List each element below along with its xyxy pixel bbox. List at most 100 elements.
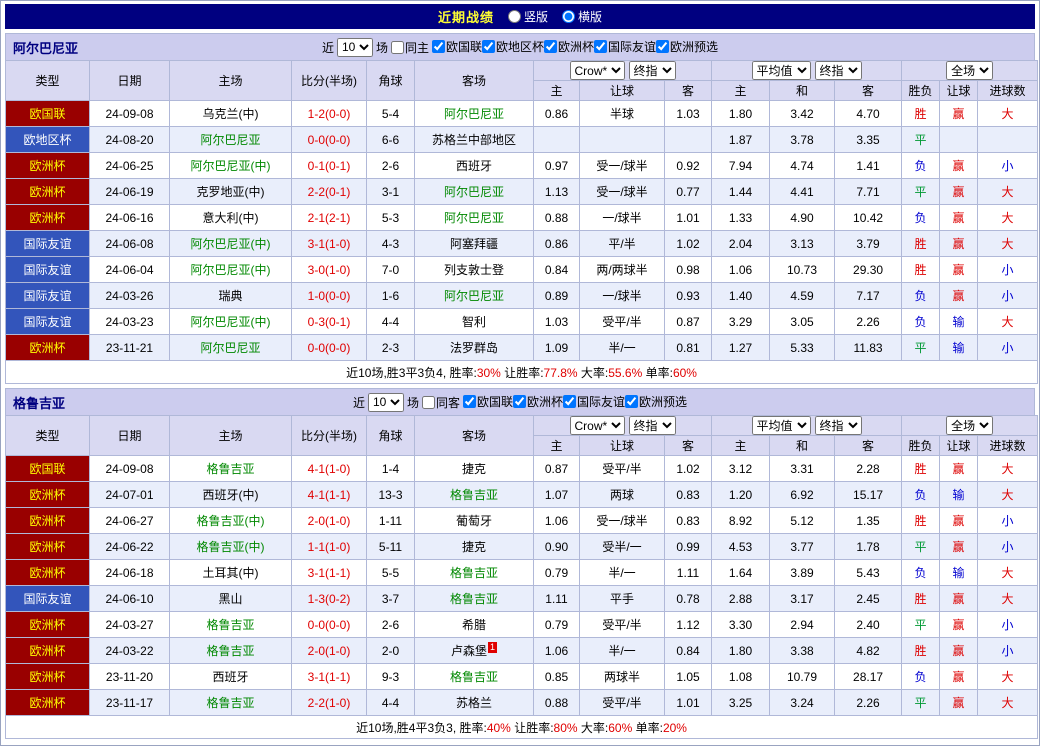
col-asian-line: 让球: [580, 436, 665, 456]
match-score[interactable]: 1-1(1-0): [292, 534, 367, 560]
match-count-select[interactable]: 10: [337, 38, 373, 57]
corner-score: 3-1: [367, 179, 415, 205]
asian-final-select[interactable]: 终指: [629, 61, 676, 80]
home-team: 克罗地亚(中): [170, 179, 292, 205]
league-filter[interactable]: 欧洲杯: [544, 38, 594, 55]
league-checkbox[interactable]: [625, 395, 638, 408]
away-team: 格鲁吉亚: [415, 664, 534, 690]
league-filter[interactable]: 国际友谊: [594, 38, 656, 55]
match-result: 平: [902, 335, 940, 361]
goals-result: 大: [978, 231, 1038, 257]
match-score[interactable]: 4-1(1-1): [292, 482, 367, 508]
euro-final-select[interactable]: 终指: [815, 416, 862, 435]
match-score[interactable]: 3-1(1-1): [292, 560, 367, 586]
games-label: 场: [376, 39, 388, 56]
match-type: 欧洲杯: [6, 508, 90, 534]
same-venue-label: 同客: [436, 394, 460, 411]
same-venue-filter[interactable]: 同主: [391, 39, 429, 56]
match-score[interactable]: 2-2(1-0): [292, 690, 367, 716]
euro-away-odds: 7.17: [835, 283, 902, 309]
euro-avg-select[interactable]: 平均值: [752, 416, 811, 435]
asian-away-odds: 0.93: [665, 283, 712, 309]
euro-away-odds: 10.42: [835, 205, 902, 231]
scope-select[interactable]: 全场: [946, 61, 993, 80]
match-row: 欧洲杯24-06-18土耳其(中)3-1(1-1)5-5格鲁吉亚0.79半/一1…: [6, 560, 1038, 586]
asian-handicap: 受一/球半: [580, 179, 665, 205]
scope-select[interactable]: 全场: [946, 416, 993, 435]
league-filter[interactable]: 欧国联: [432, 38, 482, 55]
league-filter[interactable]: 国际友谊: [563, 393, 625, 410]
match-date: 24-06-04: [90, 257, 170, 283]
layout-option-horizontal[interactable]: 横版: [562, 8, 602, 25]
match-type: 国际友谊: [6, 257, 90, 283]
match-date: 24-03-22: [90, 638, 170, 664]
league-checkbox[interactable]: [432, 40, 445, 53]
match-score[interactable]: 0-0(0-0): [292, 335, 367, 361]
match-type: 欧洲杯: [6, 205, 90, 231]
league-checkbox[interactable]: [482, 40, 495, 53]
vertical-layout-radio[interactable]: [508, 10, 521, 23]
away-team-name: 智利: [462, 315, 486, 329]
match-score[interactable]: 3-1(1-0): [292, 231, 367, 257]
handicap-result: 赢: [940, 179, 978, 205]
goals-result: 小: [978, 153, 1038, 179]
match-score[interactable]: 4-1(1-0): [292, 456, 367, 482]
same-venue-filter[interactable]: 同客: [422, 394, 460, 411]
asian-final-select[interactable]: 终指: [629, 416, 676, 435]
scope-group: 全场: [902, 416, 1038, 436]
league-filter[interactable]: 欧地区杯: [482, 38, 544, 55]
horizontal-layout-radio[interactable]: [562, 10, 575, 23]
match-score[interactable]: 3-0(1-0): [292, 257, 367, 283]
summary-row: 近10场,胜4平3负3, 胜率:40% 让胜率:80% 大率:60% 单率:20…: [6, 716, 1038, 739]
asian-handicap: 两球: [580, 482, 665, 508]
match-count-select[interactable]: 10: [368, 393, 404, 412]
asian-handicap: 两球半: [580, 664, 665, 690]
same-venue-checkbox[interactable]: [391, 41, 404, 54]
match-score[interactable]: 0-0(0-0): [292, 127, 367, 153]
match-score[interactable]: 1-3(0-2): [292, 586, 367, 612]
same-venue-checkbox[interactable]: [422, 396, 435, 409]
league-filter[interactable]: 欧国联: [463, 393, 513, 410]
league-checkbox[interactable]: [544, 40, 557, 53]
odds-company-select[interactable]: Crow*: [570, 416, 625, 435]
layout-option-vertical[interactable]: 竖版: [508, 8, 548, 25]
home-team: 黑山: [170, 586, 292, 612]
league-filter[interactable]: 欧洲预选: [656, 38, 718, 55]
euro-home-odds: 3.25: [712, 690, 770, 716]
handicap-result: 输: [940, 335, 978, 361]
match-score[interactable]: 2-1(2-1): [292, 205, 367, 231]
match-score[interactable]: 0-0(0-0): [292, 612, 367, 638]
league-checkbox[interactable]: [656, 40, 669, 53]
asian-away-odds: 0.84: [665, 638, 712, 664]
league-filters: 欧国联欧地区杯欧洲杯国际友谊欧洲预选: [432, 38, 718, 56]
match-score[interactable]: 2-0(1-0): [292, 508, 367, 534]
league-filter[interactable]: 欧洲预选: [625, 393, 687, 410]
euro-draw-odds: 3.78: [770, 127, 835, 153]
league-checkbox[interactable]: [594, 40, 607, 53]
league-filter[interactable]: 欧洲杯: [513, 393, 563, 410]
league-checkbox[interactable]: [563, 395, 576, 408]
league-checkbox[interactable]: [513, 395, 526, 408]
match-score[interactable]: 1-2(0-0): [292, 101, 367, 127]
odds-company-select[interactable]: Crow*: [570, 61, 625, 80]
match-score[interactable]: 1-0(0-0): [292, 283, 367, 309]
home-team: 格鲁吉亚(中): [170, 508, 292, 534]
asian-away-odds: 0.92: [665, 153, 712, 179]
asian-away-odds: 1.05: [665, 664, 712, 690]
match-score[interactable]: 2-0(1-0): [292, 638, 367, 664]
euro-away-odds: 4.82: [835, 638, 902, 664]
match-result: 平: [902, 690, 940, 716]
euro-draw-odds: 3.05: [770, 309, 835, 335]
match-type: 欧洲杯: [6, 612, 90, 638]
home-team-name: 阿尔巴尼亚(中): [191, 159, 271, 173]
league-checkbox[interactable]: [463, 395, 476, 408]
euro-avg-select[interactable]: 平均值: [752, 61, 811, 80]
match-result: 负: [902, 205, 940, 231]
match-score[interactable]: 0-3(0-1): [292, 309, 367, 335]
euro-final-select[interactable]: 终指: [815, 61, 862, 80]
match-result: 平: [902, 612, 940, 638]
match-score[interactable]: 0-1(0-1): [292, 153, 367, 179]
match-score[interactable]: 3-1(1-1): [292, 664, 367, 690]
match-score[interactable]: 2-2(0-1): [292, 179, 367, 205]
summary-text: 30%: [477, 366, 501, 380]
